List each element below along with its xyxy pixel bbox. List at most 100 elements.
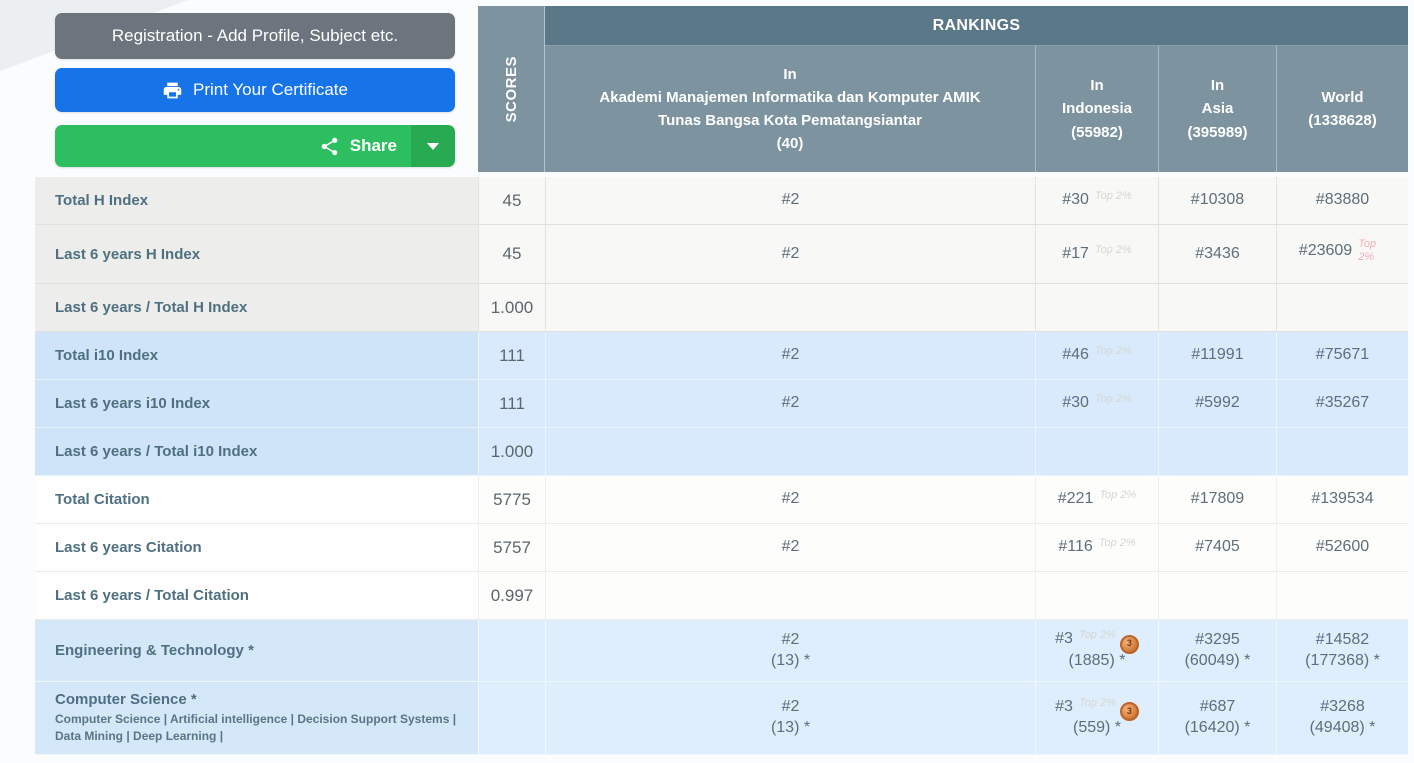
bronze-medal-icon: 3 bbox=[1119, 702, 1139, 722]
rank-value: #7405 bbox=[1195, 538, 1240, 556]
rank-line: #30 Top 2% bbox=[1062, 393, 1132, 414]
rank-value: #3 bbox=[1055, 697, 1073, 715]
rank-cell-indonesia: #30 Top 2% bbox=[1035, 177, 1158, 224]
registration-button[interactable]: Registration - Add Profile, Subject etc. bbox=[55, 13, 455, 59]
rank-line: #3 Top 2%3 bbox=[1055, 629, 1139, 654]
score-cell: 0.997 bbox=[478, 572, 545, 619]
rank-value: #17809 bbox=[1190, 490, 1245, 508]
rank-line: #35267 bbox=[1316, 393, 1369, 414]
table-row: Total i10 Index 111 #2 #46 Top 2% #11991 #7567… bbox=[35, 332, 1408, 380]
rank-cell-indonesia: #46 Top 2% bbox=[1035, 332, 1158, 379]
rank-line: #7405 bbox=[1195, 537, 1240, 558]
rank-cell-institution: #2 bbox=[545, 225, 1035, 283]
scores-header-label: SCORES bbox=[502, 55, 520, 123]
rank-value: #2 bbox=[781, 244, 800, 262]
rank-cell-indonesia bbox=[1035, 428, 1158, 475]
share-icon bbox=[321, 137, 338, 155]
rank-value: #2 bbox=[781, 191, 800, 209]
col-header-indonesia: In Indonesia (55982) bbox=[1035, 46, 1158, 172]
rank-cell-asia: #687 (16420) * bbox=[1158, 682, 1276, 754]
row-label: Last 6 years Citation bbox=[55, 539, 202, 556]
rank-line: #75671 bbox=[1316, 345, 1369, 366]
rank-cell-world: #3268 (49408) * bbox=[1276, 682, 1408, 754]
rank-sub-value: (13) * bbox=[770, 651, 811, 669]
rank-line: #3295 bbox=[1195, 630, 1240, 651]
chevron-down-icon bbox=[427, 142, 439, 150]
rank-sub-value: (1885) * bbox=[1068, 651, 1126, 669]
printer-icon bbox=[163, 82, 182, 98]
table-row: Total H Index 45 #2 #30 Top 2% #10308 #83880 bbox=[35, 177, 1408, 225]
rank-value: #3 bbox=[1055, 630, 1073, 648]
rank-line: #83880 bbox=[1316, 190, 1369, 211]
top-2-percent-badge: Top 2% bbox=[1094, 393, 1132, 406]
rank-cell-institution bbox=[545, 572, 1035, 619]
rank-cell-world: #35267 bbox=[1276, 380, 1408, 427]
rank-line: #2 bbox=[782, 345, 800, 366]
table-row: Last 6 years Citation 5757 #2 #116 Top 2% #74… bbox=[35, 524, 1408, 572]
rank-line: #10308 bbox=[1191, 190, 1244, 211]
rank-cell-indonesia bbox=[1035, 284, 1158, 331]
score-cell bbox=[478, 682, 545, 754]
top-2-percent-badge: Top 2% bbox=[1094, 243, 1132, 256]
score-cell: 111 bbox=[478, 380, 545, 427]
rank-cell-asia: #7405 bbox=[1158, 524, 1276, 571]
action-buttons: Registration - Add Profile, Subject etc.… bbox=[55, 13, 455, 167]
row-label-cell: Total i10 Index bbox=[35, 332, 478, 379]
rank-line: #687 bbox=[1200, 697, 1236, 718]
rank-line: #2 bbox=[782, 697, 800, 718]
rank-cell-world: #139534 bbox=[1276, 476, 1408, 523]
bronze-medal-icon: 3 bbox=[1119, 634, 1139, 654]
rank-sub-value: (13) * bbox=[770, 719, 811, 736]
rank-value: #3268 bbox=[1320, 698, 1365, 716]
table-row: Last 6 years / Total i10 Index 1.000 bbox=[35, 428, 1408, 476]
rank-cell-institution: #2 bbox=[545, 380, 1035, 427]
print-certificate-button[interactable]: Print Your Certificate bbox=[55, 68, 455, 112]
rank-cell-asia: #5992 bbox=[1158, 380, 1276, 427]
rank-line: #14582 bbox=[1316, 630, 1369, 651]
rank-line: #17 Top 2% bbox=[1062, 244, 1132, 265]
rank-value: #30 bbox=[1062, 191, 1089, 209]
top-2-percent-badge: Top 2% bbox=[1078, 696, 1116, 709]
rank-cell-asia: #11991 bbox=[1158, 332, 1276, 379]
rank-sub-value: (16420) * bbox=[1184, 719, 1251, 736]
rank-line: #2 bbox=[782, 537, 800, 558]
score-cell: 5757 bbox=[478, 524, 545, 571]
table-row: Computer Science * Computer Science | Art… bbox=[35, 682, 1408, 755]
rank-line: #23609 Top 2% bbox=[1299, 238, 1386, 266]
rank-line: #2 bbox=[782, 489, 800, 510]
share-button[interactable]: Share bbox=[55, 125, 411, 167]
rank-cell-world: #83880 bbox=[1276, 177, 1408, 224]
table-row: Last 6 years / Total Citation 0.997 bbox=[35, 572, 1408, 620]
row-label: Total H Index bbox=[55, 192, 149, 209]
rank-line: #2 bbox=[782, 630, 800, 651]
row-label-cell: Last 6 years / Total Citation bbox=[35, 572, 478, 619]
rank-cell-world: #14582 (177368) * bbox=[1276, 620, 1408, 681]
row-label-cell: Last 6 years / Total i10 Index bbox=[35, 428, 478, 475]
row-label: Engineering & Technology * bbox=[55, 642, 254, 659]
rank-value: #10308 bbox=[1190, 191, 1245, 209]
rank-value: #2 bbox=[781, 630, 800, 648]
score-cell: 1.000 bbox=[478, 284, 545, 331]
table-row: Last 6 years / Total H Index 1.000 bbox=[35, 284, 1408, 332]
rank-value: #2 bbox=[781, 394, 800, 412]
share-dropdown-toggle[interactable] bbox=[411, 125, 455, 167]
rank-sub-value: (559) * bbox=[1072, 719, 1122, 737]
table-row: Total Citation 5775 #2 #221 Top 2% #17809 #139… bbox=[35, 476, 1408, 524]
rank-value: #83880 bbox=[1315, 191, 1370, 209]
rank-value: #116 bbox=[1058, 538, 1093, 556]
top-2-percent-badge: Top 2% bbox=[1098, 537, 1136, 550]
row-label: Computer Science * bbox=[55, 690, 197, 708]
row-label-cell: Computer Science * Computer Science | Art… bbox=[35, 682, 478, 754]
rank-cell-asia: #17809 bbox=[1158, 476, 1276, 523]
rank-cell-institution: #2 bbox=[545, 524, 1035, 571]
rank-cell-world: #23609 Top 2% bbox=[1276, 225, 1408, 283]
score-cell: 111 bbox=[478, 332, 545, 379]
row-label-cell: Last 6 years H Index bbox=[35, 225, 478, 283]
rank-line: #2 bbox=[782, 393, 800, 414]
rank-line: #52600 bbox=[1316, 537, 1369, 558]
rank-value: #46 bbox=[1062, 346, 1089, 364]
rank-cell-asia bbox=[1158, 284, 1276, 331]
col-header-institution: In Akademi Manajemen Informatika dan Kom… bbox=[545, 46, 1035, 172]
row-label-cell: Total Citation bbox=[35, 476, 478, 523]
rank-cell-asia bbox=[1158, 428, 1276, 475]
